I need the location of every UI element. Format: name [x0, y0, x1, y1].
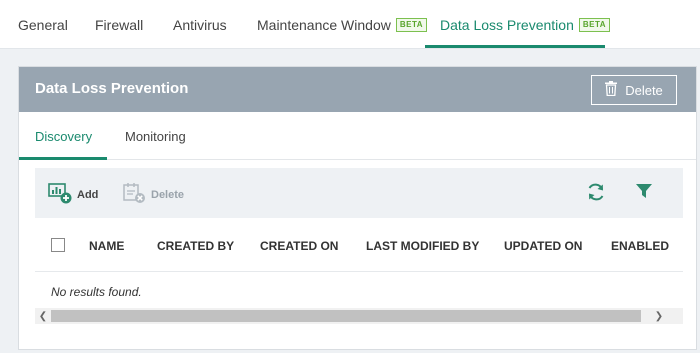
add-policy-icon — [48, 182, 72, 207]
add-button[interactable]: Add — [48, 182, 98, 207]
active-tab-indicator — [425, 45, 605, 48]
add-label: Add — [77, 188, 99, 201]
tab-label: Discovery — [35, 129, 93, 144]
tab-general[interactable]: General — [18, 0, 68, 49]
filter-icon[interactable] — [635, 182, 653, 205]
tab-label: General — [18, 16, 68, 33]
tab-maintenance-window[interactable]: Maintenance Window BETA — [257, 0, 428, 49]
tab-label: Firewall — [95, 16, 144, 33]
beta-badge: BETA — [395, 17, 428, 32]
delete-policy-icon — [122, 182, 146, 207]
tab-discovery[interactable]: Discovery — [35, 113, 92, 160]
tab-firewall[interactable]: Firewall — [95, 0, 143, 49]
top-tab-bar: General Firewall Antivirus Maintenance W… — [0, 0, 700, 49]
empty-state-message: No results found. — [51, 285, 142, 299]
tab-data-loss-prevention[interactable]: Data Loss Prevention BETA — [440, 0, 611, 49]
scroll-left-icon[interactable]: ❮ — [35, 308, 51, 324]
tab-label: Monitoring — [125, 129, 186, 144]
table-header: NAME CREATED BY CREATED ON LAST MODIFIED… — [35, 218, 683, 272]
select-all-checkbox[interactable] — [51, 238, 65, 252]
horizontal-scrollbar[interactable]: ❮ ❯ — [35, 308, 683, 324]
scroll-right-icon[interactable]: ❯ — [651, 308, 667, 324]
column-header-created-by[interactable]: CREATED BY — [157, 239, 234, 253]
tab-label: Antivirus — [173, 16, 227, 33]
trash-icon — [605, 81, 618, 99]
tab-label: Data Loss Prevention — [440, 16, 574, 33]
tab-antivirus[interactable]: Antivirus — [173, 0, 227, 49]
beta-badge: BETA — [578, 17, 611, 32]
tab-monitoring[interactable]: Monitoring — [125, 113, 186, 160]
dlp-panel: Data Loss Prevention Delete Discovery Mo… — [18, 66, 697, 350]
column-header-last-modified-by[interactable]: LAST MODIFIED BY — [366, 239, 479, 253]
column-header-updated-on[interactable]: UPDATED ON — [504, 239, 582, 253]
refresh-icon[interactable] — [586, 182, 606, 207]
delete-label: Delete — [151, 188, 185, 201]
delete-policy-button[interactable]: Delete — [122, 182, 184, 207]
panel-header: Data Loss Prevention Delete — [19, 67, 696, 112]
column-header-name[interactable]: NAME — [89, 239, 124, 253]
policy-list: Add Delete NAME CREATED BY CREATED ON LA… — [35, 168, 683, 326]
tab-label: Maintenance Window — [257, 16, 391, 33]
delete-button-label: Delete — [625, 82, 663, 98]
scrollbar-thumb[interactable] — [51, 310, 641, 322]
active-subtab-indicator — [19, 157, 107, 160]
list-toolbar: Add Delete — [35, 168, 683, 218]
panel-title: Data Loss Prevention — [35, 80, 189, 97]
column-header-enabled[interactable]: ENABLED — [611, 239, 669, 253]
column-header-created-on[interactable]: CREATED ON — [260, 239, 338, 253]
delete-button[interactable]: Delete — [591, 75, 677, 105]
sub-tab-bar: Discovery Monitoring — [19, 113, 696, 160]
